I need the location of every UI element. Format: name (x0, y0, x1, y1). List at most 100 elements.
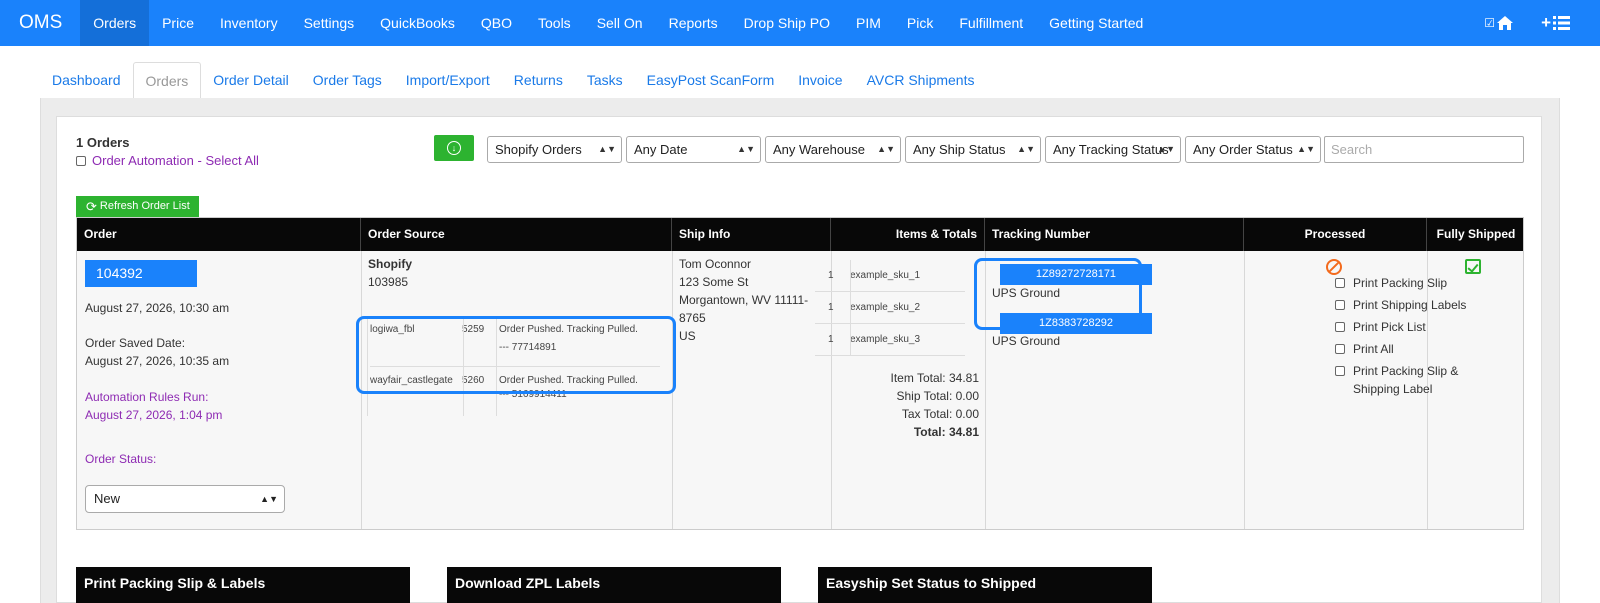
header-processed: Processed (1244, 218, 1427, 251)
nav-orders[interactable]: Orders (80, 0, 150, 46)
sub-tabs: Dashboard Orders Order Detail Order Tags… (40, 62, 1560, 99)
nav-quickbooks[interactable]: QuickBooks (367, 0, 468, 46)
tracking-status-filter[interactable]: Any Tracking Status ▲▼ (1045, 136, 1181, 163)
item-total: Item Total: 34.81 (890, 371, 980, 385)
items-divider (850, 260, 851, 356)
order-status-filter-value: Any Order Status (1193, 142, 1293, 157)
nav-getting-started[interactable]: Getting Started (1036, 0, 1156, 46)
source-order-number: 103985 (368, 275, 409, 289)
print-packing-slip-checkbox[interactable] (1335, 278, 1345, 288)
select-arrows-icon: ▲▼ (877, 144, 895, 154)
select-arrows-icon: ▲▼ (1017, 144, 1035, 154)
item-qty: 1 (828, 334, 834, 345)
tasks-home-link[interactable]: ☑ (1484, 16, 1514, 30)
select-arrows-icon: ▲▼ (1157, 144, 1175, 154)
plus-icon: + (1541, 13, 1551, 32)
option-label: Print All (1353, 342, 1394, 356)
download-button[interactable]: ↓ (434, 135, 474, 161)
add-list-link[interactable]: + (1541, 13, 1570, 33)
print-shipping-labels-option[interactable]: Print Shipping Labels (1335, 296, 1480, 314)
order-source-filter-value: Shopify Orders (495, 142, 582, 157)
nav-price[interactable]: Price (149, 0, 207, 46)
column-divider (1244, 251, 1245, 529)
brand-logo[interactable]: OMS (0, 0, 80, 46)
print-packing-slip-labels-panel: Print Packing Slip & Labels (76, 567, 410, 603)
not-processed-icon (1326, 259, 1342, 275)
refresh-order-list-button[interactable]: ⟳ Refresh Order List (76, 196, 199, 217)
date-filter-value: Any Date (634, 142, 688, 157)
item-qty: 1 (828, 270, 834, 281)
order-saved-date: August 27, 2026, 10:35 am (85, 354, 230, 368)
easyship-set-status-panel: Easyship Set Status to Shipped (818, 567, 1152, 603)
item-sku: example_sku_1 (850, 270, 921, 281)
warehouse-filter-value: Any Warehouse (773, 142, 866, 157)
header-order: Order (77, 218, 361, 251)
print-pick-list-checkbox[interactable] (1335, 322, 1345, 332)
automation-rules-date: August 27, 2026, 1:04 pm (85, 408, 223, 422)
tab-returns[interactable]: Returns (502, 62, 575, 98)
print-slip-and-label-checkbox[interactable] (1335, 366, 1345, 376)
table-row: 1 example_sku_3 (815, 324, 965, 356)
select-arrows-icon: ▲▼ (1297, 144, 1315, 154)
item-sku: example_sku_3 (850, 334, 921, 345)
tracking-carrier: UPS Ground (992, 334, 1061, 348)
print-all-option[interactable]: Print All (1335, 340, 1480, 358)
list-icon (1553, 16, 1570, 30)
nav-reports[interactable]: Reports (656, 0, 731, 46)
nav-drop-ship-po[interactable]: Drop Ship PO (731, 0, 843, 46)
nav-fulfillment[interactable]: Fulfillment (946, 0, 1036, 46)
top-nav: OMS Orders Price Inventory Settings Quic… (0, 0, 1600, 46)
tab-avcr-shipments[interactable]: AVCR Shipments (855, 62, 987, 98)
print-packing-slip-option[interactable]: Print Packing Slip (1335, 274, 1480, 292)
order-id-link[interactable]: 104392 (85, 260, 197, 287)
item-qty: 1 (828, 302, 834, 313)
tax-total: Tax Total: 0.00 (901, 407, 979, 421)
search-input[interactable] (1324, 136, 1524, 163)
option-label: Print Shipping Labels (1353, 298, 1467, 312)
print-pick-list-option[interactable]: Print Pick List (1335, 318, 1480, 336)
fully-shipped-check-icon (1465, 259, 1481, 274)
refresh-label: Refresh Order List (99, 200, 190, 212)
order-status-filter[interactable]: Any Order Status ▲▼ (1185, 136, 1321, 163)
order-saved-label: Order Saved Date: (85, 336, 186, 350)
order-source-filter[interactable]: Shopify Orders ▲▼ (487, 136, 622, 163)
option-label: Print Packing Slip & Shipping Label (1353, 364, 1459, 396)
tracking-status-filter-value: Any Tracking Status (1053, 142, 1169, 157)
nav-pim[interactable]: PIM (843, 0, 894, 46)
highlight-frame (974, 258, 1142, 330)
order-status-value: New (94, 491, 121, 506)
nav-tools[interactable]: Tools (525, 0, 584, 46)
table-row: 1 example_sku_2 (815, 292, 965, 324)
nav-sell-on[interactable]: Sell On (584, 0, 656, 46)
ship-status-filter[interactable]: Any Ship Status ▲▼ (905, 136, 1041, 163)
print-slip-and-label-option[interactable]: Print Packing Slip & Shipping Label (1335, 362, 1480, 398)
order-status-select[interactable]: New ▲▼ (85, 485, 285, 513)
print-shipping-labels-checkbox[interactable] (1335, 300, 1345, 310)
tab-invoice[interactable]: Invoice (786, 62, 854, 98)
option-label: Print Packing Slip (1353, 276, 1448, 290)
select-all-checkbox[interactable] (76, 155, 86, 166)
nav-settings[interactable]: Settings (291, 0, 368, 46)
warehouse-filter[interactable]: Any Warehouse ▲▼ (765, 136, 901, 163)
tab-orders[interactable]: Orders (132, 62, 202, 99)
order-date: August 27, 2026, 10:30 am (85, 301, 230, 315)
nav-qbo[interactable]: QBO (468, 0, 525, 46)
nav-right-icons: ☑ + (1484, 0, 1570, 46)
tab-order-detail[interactable]: Order Detail (201, 62, 300, 98)
order-status-label: Order Status: (85, 452, 157, 466)
nav-inventory[interactable]: Inventory (207, 0, 291, 46)
tab-import-export[interactable]: Import/Export (394, 62, 502, 98)
tab-easypost-scanform[interactable]: EasyPost ScanForm (635, 62, 787, 98)
refresh-icon: ⟳ (86, 199, 97, 214)
item-sku: example_sku_2 (850, 302, 921, 313)
select-arrows-icon: ▲▼ (598, 144, 616, 154)
order-automation-select-all[interactable]: Order Automation - Select All (76, 153, 259, 168)
tab-tasks[interactable]: Tasks (575, 62, 635, 98)
date-filter[interactable]: Any Date ▲▼ (626, 136, 761, 163)
option-label: Print Pick List (1353, 320, 1426, 334)
tab-dashboard[interactable]: Dashboard (40, 62, 133, 98)
print-all-checkbox[interactable] (1335, 344, 1345, 354)
nav-pick[interactable]: Pick (894, 0, 946, 46)
tab-order-tags[interactable]: Order Tags (301, 62, 394, 98)
order-automation-label[interactable]: Order Automation - Select All (92, 153, 259, 168)
